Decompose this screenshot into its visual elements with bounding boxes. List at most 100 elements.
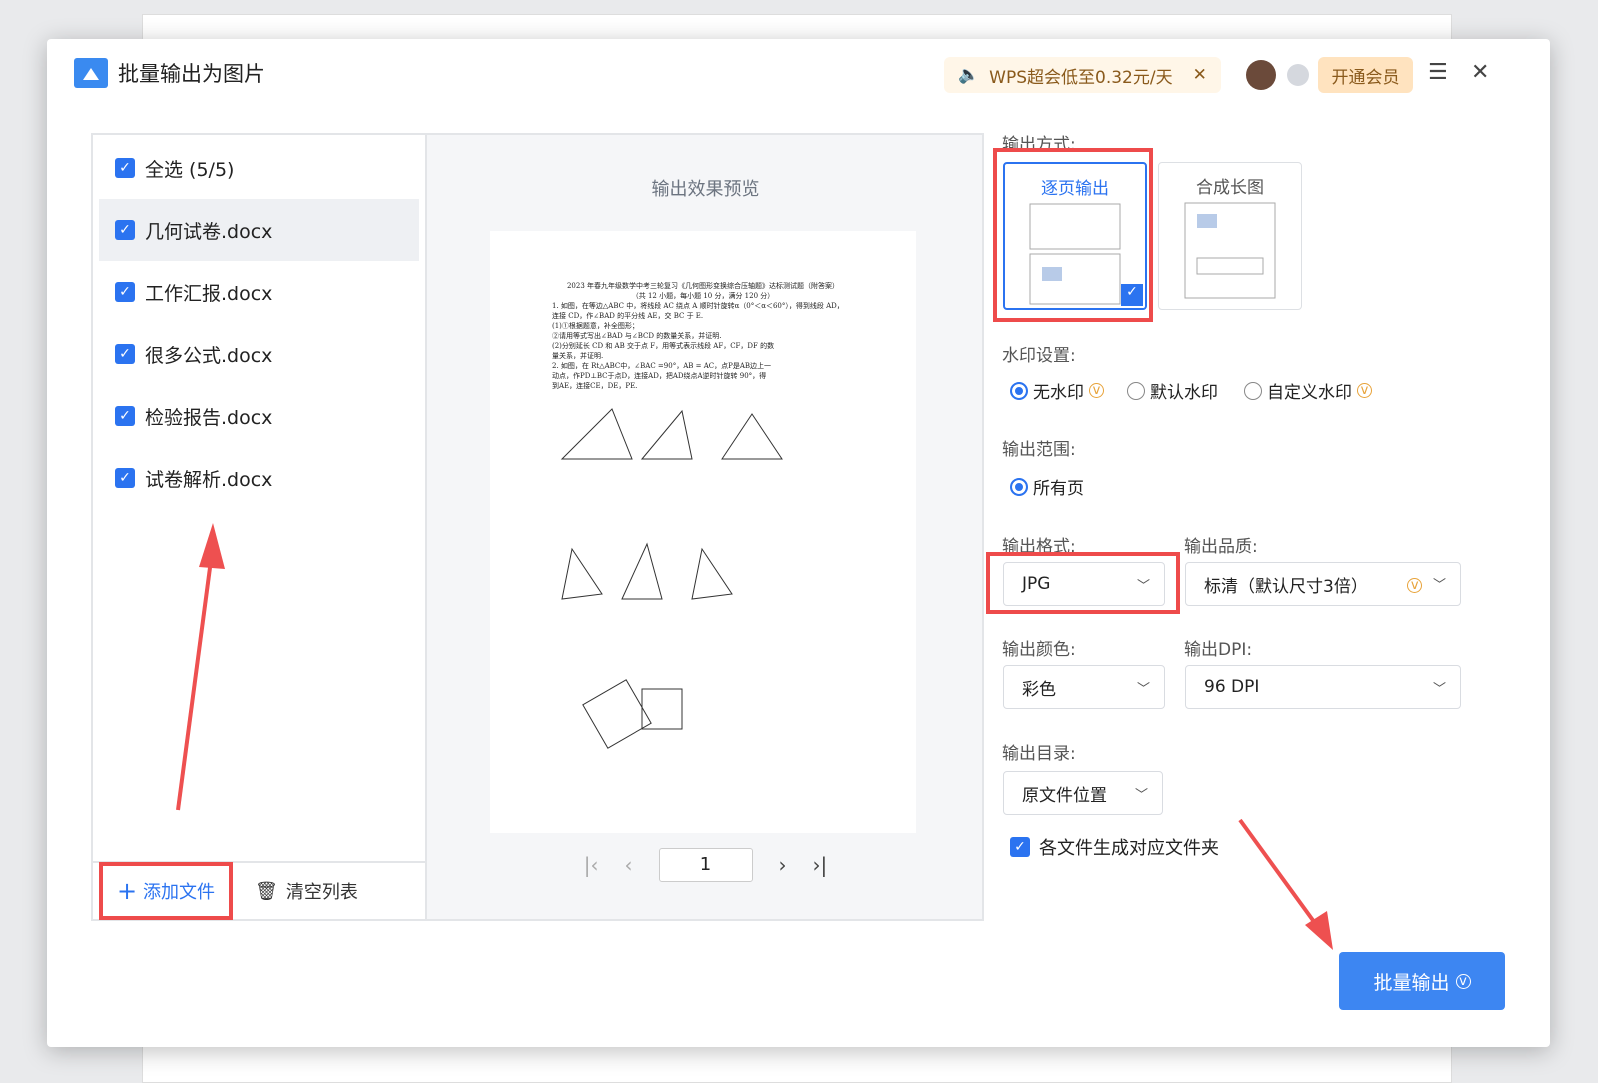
promo-text: WPS超会低至0.32元/天 bbox=[989, 67, 1173, 88]
doc-line: 2023 年春九年级数学中考三轮复习《几何图形变换综合压轴题》达标测试题（附答案… bbox=[566, 282, 840, 290]
file-name: 工作汇报.docx bbox=[145, 282, 273, 305]
doc-line: 量关系，并证明. bbox=[552, 352, 604, 360]
checkbox-label: 各文件生成对应文件夹 bbox=[1039, 838, 1219, 859]
radio-label: 自定义水印 bbox=[1267, 383, 1352, 403]
doc-line: 到AE，连接CE，DE，PE. bbox=[552, 382, 638, 390]
speaker-icon: 🔈 bbox=[958, 65, 980, 85]
quality-value: 标清（默认尺寸3倍） bbox=[1204, 576, 1368, 597]
doc-line: (1)①根据题意，补全图形； bbox=[552, 322, 639, 330]
close-icon[interactable]: ✕ bbox=[1471, 60, 1489, 85]
list-item[interactable]: ✓ 检验报告.docx bbox=[99, 385, 419, 447]
list-footer: + 添加文件 🗑 清空列表 bbox=[93, 861, 425, 920]
vip-icon: v bbox=[1407, 578, 1423, 593]
annotation-arrow-up bbox=[176, 523, 225, 811]
vip-icon: v bbox=[1357, 383, 1372, 398]
select-all-label: 全选 (5/5) bbox=[145, 158, 235, 181]
doc-line: 连接 CD，作∠BAD 的平分线 AE，交 BC 于 E. bbox=[552, 312, 704, 320]
directory-value: 原文件位置 bbox=[1022, 785, 1107, 806]
mode-long-image[interactable]: 合成长图 bbox=[1158, 162, 1302, 310]
list-item[interactable]: ✓ 很多公式.docx bbox=[99, 323, 419, 385]
radio-label: 默认水印 bbox=[1150, 383, 1218, 403]
list-item[interactable]: ✓ 几何试卷.docx bbox=[99, 199, 419, 261]
file-list: ✓ 全选 (5/5) ✓ 几何试卷.docx ✓ 工作汇报.docx ✓ 很多公式.do… bbox=[93, 135, 427, 920]
dialog-title: 批量输出为图片 bbox=[74, 58, 265, 88]
file-name: 几何试卷.docx bbox=[145, 220, 273, 243]
radio-no-watermark[interactable]: 无水印 v bbox=[1010, 378, 1104, 403]
folder-per-file-checkbox[interactable]: ✓ 各文件生成对应文件夹 bbox=[1010, 834, 1219, 860]
directory-select[interactable]: 原文件位置 ﹀ bbox=[1003, 771, 1163, 815]
clear-list-label: 清空列表 bbox=[285, 882, 358, 903]
chevron-down-icon: ﹀ bbox=[1136, 681, 1150, 697]
plus-icon: + bbox=[116, 877, 138, 905]
checkbox-checked-icon[interactable]: ✓ bbox=[115, 220, 135, 240]
radio-label: 所有页 bbox=[1033, 479, 1084, 499]
long-image-thumbnail-icon bbox=[1184, 202, 1276, 299]
color-label: 输出颜色: bbox=[1002, 640, 1076, 660]
watermark-label: 水印设置: bbox=[1002, 346, 1076, 366]
radio-all-pages[interactable]: 所有页 bbox=[1010, 474, 1084, 499]
checkbox-checked-icon[interactable]: ✓ bbox=[115, 406, 135, 426]
color-value: 彩色 bbox=[1022, 679, 1056, 700]
title-text: 批量输出为图片 bbox=[118, 62, 265, 86]
radio-default-watermark[interactable]: 默认水印 bbox=[1127, 378, 1218, 403]
directory-label: 输出目录: bbox=[1002, 744, 1076, 764]
menu-icon[interactable]: ☰ bbox=[1428, 60, 1448, 85]
preview-page: 2023 年春九年级数学中考三轮复习《几何图形变换综合压轴题》达标测试题（附答案… bbox=[490, 231, 916, 833]
checkbox-checked-icon[interactable]: ✓ bbox=[115, 468, 135, 488]
export-label: 批量输出 bbox=[1373, 971, 1450, 994]
highlight-box bbox=[993, 148, 1153, 322]
preview-title: 输出效果预览 bbox=[651, 179, 760, 200]
dpi-label: 输出DPI: bbox=[1184, 640, 1253, 660]
add-file-label: 添加文件 bbox=[143, 882, 216, 903]
batch-export-button[interactable]: 批量输出 v bbox=[1339, 952, 1505, 1010]
dpi-value: 96 DPI bbox=[1204, 677, 1260, 697]
pager: |‹ ‹ 1 › ›| bbox=[427, 847, 984, 883]
radio-icon bbox=[1244, 381, 1262, 400]
vip-icon: v bbox=[1455, 973, 1471, 989]
list-item[interactable]: ✓ 工作汇报.docx bbox=[99, 261, 419, 323]
select-all-checkbox[interactable]: ✓ 全选 (5/5) bbox=[99, 137, 419, 199]
chevron-down-icon: ﹀ bbox=[1432, 578, 1446, 593]
radio-icon bbox=[1127, 381, 1145, 400]
add-file-button[interactable]: + 添加文件 bbox=[99, 862, 233, 920]
vip-button[interactable]: 开通会员 bbox=[1318, 57, 1413, 93]
mode-label: 合成长图 bbox=[1196, 178, 1264, 198]
chevron-down-icon: ﹀ bbox=[1134, 787, 1148, 803]
file-name: 很多公式.docx bbox=[145, 344, 273, 367]
checkbox-checked-icon[interactable]: ✓ bbox=[115, 282, 135, 302]
annotation-arrow-down bbox=[1238, 818, 1333, 950]
doc-line: （共 12 小题，每小题 10 分，满分 120 分） bbox=[631, 292, 775, 300]
vip-icon: v bbox=[1089, 383, 1104, 398]
radio-custom-watermark[interactable]: 自定义水印 v bbox=[1244, 378, 1372, 403]
checkbox-checked-icon: ✓ bbox=[1010, 837, 1030, 857]
first-page-icon[interactable]: |‹ bbox=[584, 853, 599, 877]
range-label: 输出范围: bbox=[1002, 440, 1076, 460]
radio-selected-icon bbox=[1010, 381, 1028, 400]
color-select[interactable]: 彩色 ﹀ bbox=[1003, 665, 1165, 709]
radio-selected-icon bbox=[1010, 477, 1028, 496]
radio-label: 无水印 bbox=[1033, 383, 1084, 403]
doc-figures bbox=[560, 408, 783, 749]
image-export-icon bbox=[74, 58, 108, 88]
chevron-down-icon: ﹀ bbox=[1432, 681, 1446, 697]
member-badge-icon bbox=[1287, 64, 1309, 86]
checkbox-checked-icon[interactable]: ✓ bbox=[115, 344, 135, 364]
doc-line: (2)分别延长 CD 和 AB 交于点 F，用等式表示线段 AF，CF，DF 的… bbox=[552, 342, 775, 350]
list-item[interactable]: ✓ 试卷解析.docx bbox=[99, 447, 419, 509]
file-name: 检验报告.docx bbox=[145, 406, 273, 429]
highlight-box bbox=[986, 552, 1180, 614]
quality-select[interactable]: 标清（默认尺寸3倍） v ﹀ bbox=[1185, 562, 1461, 606]
close-promo-icon[interactable]: ✕ bbox=[1193, 65, 1207, 85]
avatar[interactable] bbox=[1246, 60, 1276, 90]
promo-banner[interactable]: 🔈 WPS超会低至0.32元/天 ✕ bbox=[944, 57, 1221, 93]
page-input[interactable]: 1 bbox=[658, 848, 753, 882]
trash-icon: 🗑 bbox=[255, 880, 278, 902]
prev-page-icon[interactable]: ‹ bbox=[625, 853, 633, 877]
file-preview-panel: ✓ 全选 (5/5) ✓ 几何试卷.docx ✓ 工作汇报.docx ✓ 很多公式.do… bbox=[91, 133, 984, 921]
last-page-icon[interactable]: ›| bbox=[813, 853, 828, 877]
quality-label: 输出品质: bbox=[1184, 537, 1258, 557]
dpi-select[interactable]: 96 DPI ﹀ bbox=[1185, 665, 1461, 709]
clear-list-button[interactable]: 🗑 清空列表 bbox=[255, 878, 358, 904]
next-page-icon[interactable]: › bbox=[779, 853, 787, 877]
doc-line: 动点，作PD⊥BC于点D，连接AD，把AD绕点A逆时针旋转 90°，得 bbox=[552, 372, 767, 380]
